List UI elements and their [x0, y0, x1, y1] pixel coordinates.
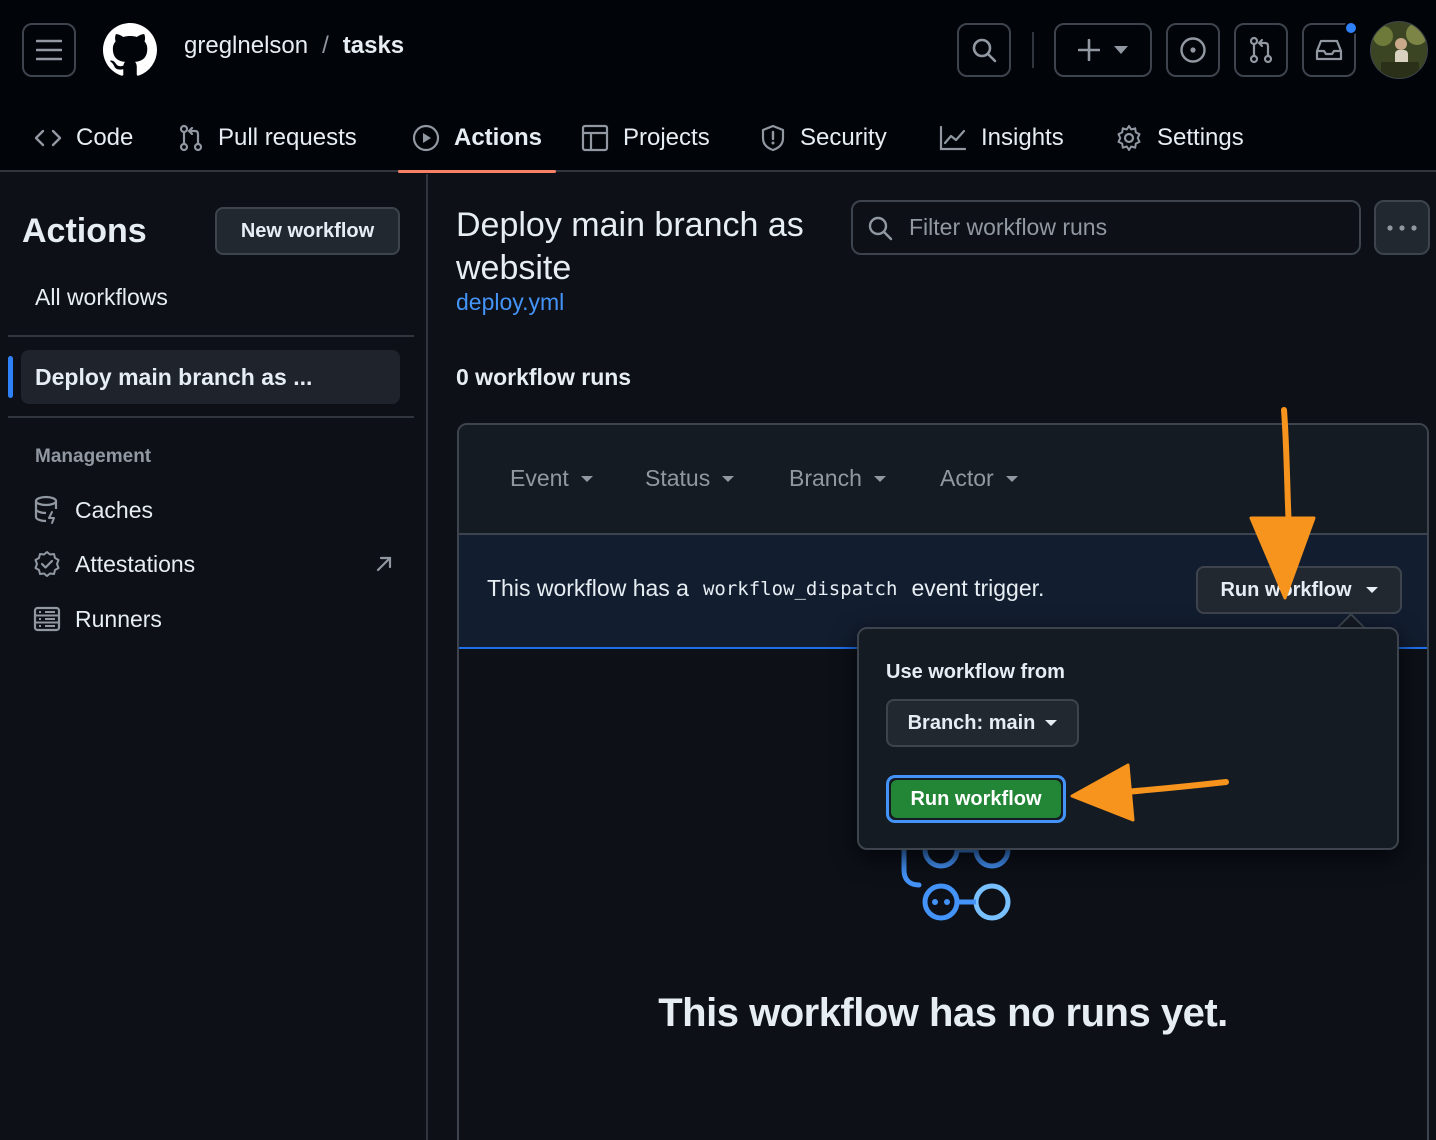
workflow-runs-count: 0 workflow runs: [456, 364, 632, 390]
repo-nav: Code Pull requests Actions Projects Secu…: [0, 104, 1436, 173]
tab-code[interactable]: Code: [20, 104, 147, 172]
link-external-icon: [376, 556, 392, 572]
new-workflow-button[interactable]: New workflow: [215, 207, 400, 255]
triangle-down-icon: [1114, 46, 1128, 54]
run-workflow-dropdown-label: Run workflow: [1220, 578, 1352, 601]
selected-indicator: [8, 356, 13, 398]
create-new-button[interactable]: [1054, 23, 1152, 77]
tab-settings[interactable]: Settings: [1101, 104, 1258, 172]
breadcrumb: greglnelson / tasks: [184, 32, 404, 60]
actor-filter-dropdown[interactable]: Actor: [940, 465, 1018, 492]
breadcrumb-separator: /: [322, 32, 329, 59]
sidebar-item-runners[interactable]: Runners: [33, 599, 393, 639]
sidebar-item-attestations[interactable]: Attestations: [33, 544, 393, 584]
tab-projects[interactable]: Projects: [567, 104, 724, 172]
caret-down-icon: [1045, 720, 1058, 726]
actor-filter-label: Actor: [940, 465, 994, 491]
inbox-icon: [1315, 39, 1343, 61]
run-workflow-submit-button[interactable]: Run workflow: [886, 775, 1066, 823]
event-filter-dropdown[interactable]: Event: [510, 465, 593, 492]
code-icon: [34, 129, 62, 147]
avatar-photo-icon: [1371, 22, 1427, 78]
sidebar-section-management: Management: [35, 446, 152, 467]
caret-down-icon: [722, 475, 735, 482]
github-logo-icon[interactable]: [103, 23, 157, 77]
empty-state-title: This workflow has no runs yet.: [658, 991, 1228, 1035]
runs-filter-bar: Event Status Branch Actor: [459, 425, 1427, 535]
sidebar-item-label: Caches: [75, 496, 153, 523]
tab-security-label: Security: [800, 124, 887, 151]
sidebar-item-caches[interactable]: Caches: [33, 490, 393, 530]
sidebar-item-all-workflows[interactable]: All workflows: [35, 284, 168, 311]
status-filter-dropdown[interactable]: Status: [645, 465, 735, 492]
search-icon: [972, 38, 997, 63]
pull-requests-button[interactable]: [1234, 23, 1288, 77]
run-workflow-dropdown-button[interactable]: Run workflow: [1196, 566, 1402, 614]
plus-icon: [1078, 39, 1100, 61]
graph-icon: [939, 125, 967, 151]
search-button[interactable]: [957, 23, 1011, 77]
run-workflow-popover: Use workflow from Branch: main Run workf…: [857, 627, 1399, 850]
server-icon: [33, 606, 61, 632]
branch-select-button[interactable]: Branch: main: [886, 699, 1079, 747]
sidebar-divider: [8, 416, 414, 418]
tab-security[interactable]: Security: [746, 104, 901, 172]
repo-name-link[interactable]: tasks: [343, 32, 404, 60]
repo-owner-link[interactable]: greglnelson: [184, 32, 308, 60]
sidebar-item-label: Runners: [75, 605, 162, 632]
kebab-horizontal-icon: [1387, 224, 1417, 231]
dispatch-message: This workflow has a workflow_dispatch ev…: [487, 575, 1044, 602]
caret-down-icon: [580, 475, 593, 482]
filter-placeholder: Filter workflow runs: [909, 214, 1108, 240]
branch-select-label: Branch: main: [907, 711, 1036, 734]
notification-indicator: [1344, 21, 1358, 35]
header-divider: [1032, 32, 1034, 68]
tab-pull-requests-label: Pull requests: [218, 124, 357, 151]
dispatch-suffix: event trigger.: [911, 575, 1045, 601]
branch-filter-dropdown[interactable]: Branch: [789, 465, 886, 492]
workflow-file-link[interactable]: deploy.yml: [456, 289, 564, 316]
run-workflow-submit-label: Run workflow: [891, 780, 1061, 818]
sidebar-divider: [8, 335, 414, 337]
play-icon: [412, 124, 440, 152]
gear-icon: [1117, 125, 1141, 151]
tab-code-label: Code: [76, 124, 134, 151]
dispatch-prefix: This workflow has a: [487, 575, 689, 601]
caret-down-icon: [873, 475, 886, 482]
database-icon: [34, 495, 58, 524]
issues-button[interactable]: [1166, 23, 1220, 77]
status-filter-label: Status: [645, 465, 711, 491]
tab-actions-label: Actions: [454, 124, 543, 151]
hamburger-icon: [36, 39, 62, 61]
sidebar-item-deploy-workflow[interactable]: Deploy main branch as ...: [21, 350, 400, 404]
branch-filter-label: Branch: [789, 465, 862, 491]
tab-insights-label: Insights: [981, 124, 1064, 151]
sidebar-title: Actions: [22, 212, 147, 250]
menu-button[interactable]: [22, 23, 76, 77]
global-header: greglnelson / tasks Code Pull requests A…: [0, 0, 1436, 173]
table-icon: [581, 124, 609, 152]
issue-opened-icon: [1180, 37, 1206, 63]
event-filter-label: Event: [510, 465, 569, 491]
more-options-button[interactable]: [1374, 200, 1430, 255]
dispatch-code: workflow_dispatch: [702, 577, 898, 600]
tab-pull-requests[interactable]: Pull requests: [164, 104, 371, 172]
search-icon: [868, 216, 893, 240]
verified-icon: [34, 551, 60, 577]
caret-down-icon: [1005, 475, 1018, 482]
popover-title: Use workflow from: [886, 661, 1065, 683]
avatar[interactable]: [1370, 21, 1428, 79]
caret-down-icon: [1365, 587, 1378, 593]
git-pull-request-icon: [1249, 36, 1273, 64]
git-pull-request-icon: [179, 124, 203, 152]
tab-insights[interactable]: Insights: [925, 104, 1078, 172]
tab-actions[interactable]: Actions: [398, 104, 557, 173]
shield-icon: [761, 124, 785, 152]
filter-workflow-runs-input[interactable]: Filter workflow runs: [851, 200, 1361, 255]
actions-sidebar: Actions New workflow All workflows Deplo…: [0, 174, 428, 1140]
tab-projects-label: Projects: [623, 124, 710, 151]
workflow-title: Deploy main branch as website: [456, 206, 804, 287]
tab-settings-label: Settings: [1157, 124, 1244, 151]
sidebar-item-label: Attestations: [75, 550, 196, 577]
